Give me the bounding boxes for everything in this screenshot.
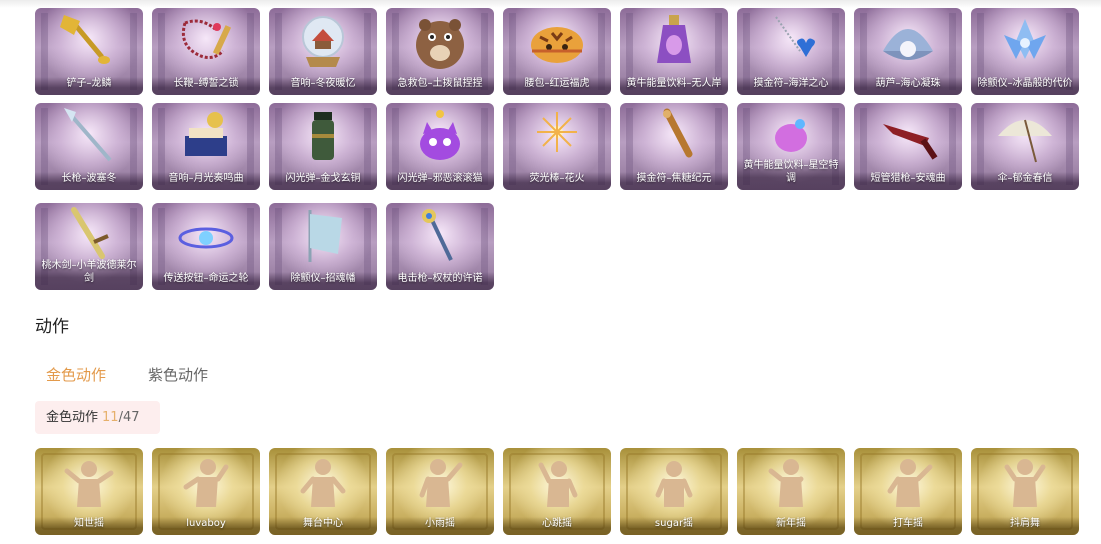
item-card[interactable]: 伞–郁金春信 xyxy=(971,103,1079,190)
action-card[interactable]: 心跳摇 xyxy=(503,448,611,535)
item-label: 急救包–土拨鼠捏捏 xyxy=(386,77,494,95)
item-card[interactable]: 摸金符–焦糖纪元 xyxy=(620,103,728,190)
action-card[interactable]: 小雨摇 xyxy=(386,448,494,535)
pose-figure-icon xyxy=(269,448,377,514)
item-label: 长枪–波塞冬 xyxy=(35,172,143,190)
firework-sparkler-icon xyxy=(503,103,611,169)
action-label: 新年摇 xyxy=(737,517,845,535)
item-label: 闪光弹–金戈玄铜 xyxy=(269,172,377,190)
pose-figure-icon xyxy=(854,448,962,514)
top-shadow xyxy=(0,0,1101,8)
action-card[interactable]: 舞台中心 xyxy=(269,448,377,535)
item-card[interactable]: 长鞭–缚誓之锁 xyxy=(152,8,260,95)
item-label: 除颤仪–招魂幡 xyxy=(269,272,377,290)
pose-figure-icon xyxy=(152,448,260,514)
item-card[interactable]: 腰包–红运福虎 xyxy=(503,8,611,95)
item-card[interactable]: 短管猎枪–安魂曲 xyxy=(854,103,962,190)
pose-figure-icon xyxy=(503,448,611,514)
item-label: 荧光棒–花火 xyxy=(503,172,611,190)
energy-drink-bottle-icon xyxy=(620,8,728,74)
item-card[interactable]: 桃木剑–小羊波德莱尔剑 xyxy=(35,203,143,290)
bronze-grenade-icon xyxy=(269,103,377,169)
spirit-banner-icon xyxy=(269,203,377,269)
item-card[interactable]: 黄牛能量饮料–星空特调 xyxy=(737,103,845,190)
item-label: 黄牛能量饮料–无人岸 xyxy=(620,77,728,95)
item-label: 音响–冬夜暖忆 xyxy=(269,77,377,95)
action-label: 舞台中心 xyxy=(269,517,377,535)
item-label: 葫芦–海心凝珠 xyxy=(854,77,962,95)
item-label: 除颤仪–冰晶般的代价 xyxy=(971,77,1079,95)
action-label: sugar摇 xyxy=(620,517,728,535)
counter-label: 金色动作 xyxy=(46,410,99,425)
tiger-pouch-icon xyxy=(503,8,611,74)
scepter-icon xyxy=(386,203,494,269)
heart-pendant-icon xyxy=(737,8,845,74)
item-card[interactable]: 除颤仪–冰晶般的代价 xyxy=(971,8,1079,95)
section-title-actions: 动作 xyxy=(35,317,69,337)
item-label: 传送按钮–命运之轮 xyxy=(152,272,260,290)
red-chain-whip-icon xyxy=(152,8,260,74)
item-card[interactable]: 闪光弹–金戈玄铜 xyxy=(269,103,377,190)
item-card[interactable]: 传送按钮–命运之轮 xyxy=(152,203,260,290)
item-label: 桃木剑–小羊波德莱尔剑 xyxy=(35,259,143,290)
action-label: 打车摇 xyxy=(854,517,962,535)
item-card[interactable]: 急救包–土拨鼠捏捏 xyxy=(386,8,494,95)
item-card[interactable]: 葫芦–海心凝珠 xyxy=(854,8,962,95)
item-card[interactable]: 铲子–龙鳞 xyxy=(35,8,143,95)
action-label: 抖肩舞 xyxy=(971,517,1079,535)
item-card[interactable]: 电击枪–权杖的许诺 xyxy=(386,203,494,290)
action-label: 小雨摇 xyxy=(386,517,494,535)
item-card[interactable]: 音响–月光奏鸣曲 xyxy=(152,103,260,190)
item-label: 长鞭–缚誓之锁 xyxy=(152,77,260,95)
item-card[interactable]: 摸金符–海洋之心 xyxy=(737,8,845,95)
item-card[interactable]: 荧光棒–花火 xyxy=(503,103,611,190)
action-card[interactable]: 知世摇 xyxy=(35,448,143,535)
action-label: luvaboy xyxy=(152,517,260,535)
item-card[interactable]: 黄牛能量饮料–无人岸 xyxy=(620,8,728,95)
pose-figure-icon xyxy=(971,448,1079,514)
music-box-icon xyxy=(152,103,260,169)
item-card[interactable]: 闪光弹–邪恶滚滚猫 xyxy=(386,103,494,190)
item-card[interactable]: 长枪–波塞冬 xyxy=(35,103,143,190)
item-label: 摸金符–海洋之心 xyxy=(737,77,845,95)
action-card[interactable]: luvaboy xyxy=(152,448,260,535)
action-card[interactable]: sugar摇 xyxy=(620,448,728,535)
pose-figure-icon xyxy=(35,448,143,514)
golden-shovel-icon xyxy=(35,8,143,74)
item-label: 腰包–红运福虎 xyxy=(503,77,611,95)
item-label: 短管猎枪–安魂曲 xyxy=(854,172,962,190)
item-label: 伞–郁金春信 xyxy=(971,172,1079,190)
item-label: 黄牛能量饮料–星空特调 xyxy=(737,159,845,190)
gold-actions-counter: 金色动作 11/47 xyxy=(35,401,160,434)
purple-cat-bomb-icon xyxy=(386,103,494,169)
tab-purple-actions[interactable]: 紫色动作 xyxy=(148,364,208,385)
action-card[interactable]: 抖肩舞 xyxy=(971,448,1079,535)
item-label: 闪光弹–邪恶滚滚猫 xyxy=(386,172,494,190)
item-label: 电击枪–权杖的许诺 xyxy=(386,272,494,290)
paper-umbrella-icon xyxy=(971,103,1079,169)
item-label: 摸金符–焦糖纪元 xyxy=(620,172,728,190)
tab-gold-actions[interactable]: 金色动作 xyxy=(46,364,106,385)
counter-current: 11 xyxy=(102,410,119,425)
caramel-amulet-icon xyxy=(620,103,728,169)
item-label: 铲子–龙鳞 xyxy=(35,77,143,95)
action-label: 知世摇 xyxy=(35,517,143,535)
pearl-shell-icon xyxy=(854,8,962,74)
action-label: 心跳摇 xyxy=(503,517,611,535)
groundhog-plush-icon xyxy=(386,8,494,74)
teleport-wheel-icon xyxy=(152,203,260,269)
counter-total: /47 xyxy=(118,410,140,425)
action-card[interactable]: 打车摇 xyxy=(854,448,962,535)
snow-globe-icon xyxy=(269,8,377,74)
pose-figure-icon xyxy=(737,448,845,514)
pose-figure-icon xyxy=(386,448,494,514)
red-shotgun-icon xyxy=(854,103,962,169)
ice-crystal-lotus-icon xyxy=(971,8,1079,74)
item-card[interactable]: 除颤仪–招魂幡 xyxy=(269,203,377,290)
pose-figure-icon xyxy=(620,448,728,514)
action-card[interactable]: 新年摇 xyxy=(737,448,845,535)
item-card[interactable]: 音响–冬夜暖忆 xyxy=(269,8,377,95)
item-label: 音响–月光奏鸣曲 xyxy=(152,172,260,190)
trident-spear-icon xyxy=(35,103,143,169)
